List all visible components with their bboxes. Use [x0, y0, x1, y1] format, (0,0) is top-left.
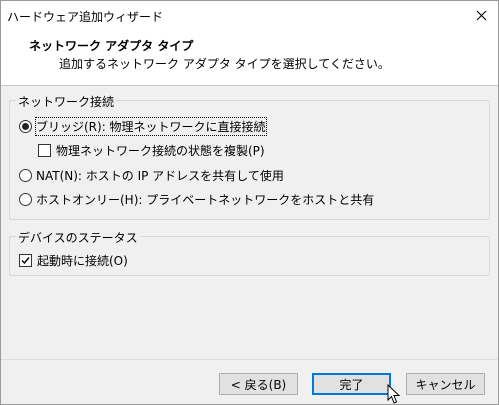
cancel-button[interactable]: キャンセル [406, 373, 485, 395]
radio-bridged[interactable]: ブリッジ(R): 物理ネットワークに直接接続 [19, 117, 267, 136]
wizard-header: ネットワーク アダプタ タイプ 追加するネットワーク アダプタ タイプを選択して… [1, 29, 498, 86]
footer-separator [1, 359, 498, 360]
radio-host-only[interactable]: ホストオンリー(H): プライベートネットワークをホストと共有 [19, 191, 374, 208]
device-status-group-label: デバイスのステータス [16, 229, 140, 246]
network-connection-group-label: ネットワーク接続 [16, 93, 117, 110]
page-subtitle: 追加するネットワーク アダプタ タイプを選択してください。 [59, 57, 390, 71]
radio-bridged-indicator[interactable] [19, 120, 32, 133]
finish-button[interactable]: 完了 [312, 373, 391, 395]
radio-host-only-label: ホストオンリー(H): プライベートネットワークをホストと共有 [36, 193, 375, 207]
wizard-window: ハードウェア追加ウィザード ネットワーク アダプタ タイプ 追加するネットワーク… [0, 0, 499, 405]
mouse-cursor-icon [387, 384, 401, 404]
page-title: ネットワーク アダプタ タイプ [29, 39, 194, 53]
checkbox-connect-on-start-box[interactable] [19, 254, 32, 267]
network-connection-group: ネットワーク接続 ブリッジ(R): 物理ネットワークに直接接続 物理ネットワーク… [9, 93, 490, 220]
radio-bridged-label: ブリッジ(R): 物理ネットワークに直接接続 [35, 117, 267, 136]
checkbox-connect-on-start-label: 起動時に接続(O) [37, 254, 128, 268]
checkbox-replicate-state-box[interactable] [38, 144, 51, 157]
checkbox-connect-on-start[interactable]: 起動時に接続(O) [19, 252, 128, 269]
title-bar: ハードウェア追加ウィザード [1, 1, 498, 29]
radio-nat-label: NAT(N): ホストの IP アドレスを共有して使用 [36, 169, 284, 183]
radio-nat[interactable]: NAT(N): ホストの IP アドレスを共有して使用 [19, 167, 284, 184]
device-status-group: デバイスのステータス 起動時に接続(O) [9, 229, 490, 276]
back-button[interactable]: < 戻る(B) [219, 373, 298, 395]
radio-host-only-indicator[interactable] [19, 193, 32, 206]
close-button[interactable] [464, 1, 498, 29]
window-title: ハードウェア追加ウィザード [7, 10, 164, 24]
close-icon [476, 10, 486, 20]
checkbox-replicate-state[interactable]: 物理ネットワーク接続の状態を複製(P) [38, 142, 265, 159]
checkbox-replicate-state-label: 物理ネットワーク接続の状態を複製(P) [56, 144, 265, 158]
radio-nat-indicator[interactable] [19, 169, 32, 182]
checkmark-icon [21, 257, 30, 265]
